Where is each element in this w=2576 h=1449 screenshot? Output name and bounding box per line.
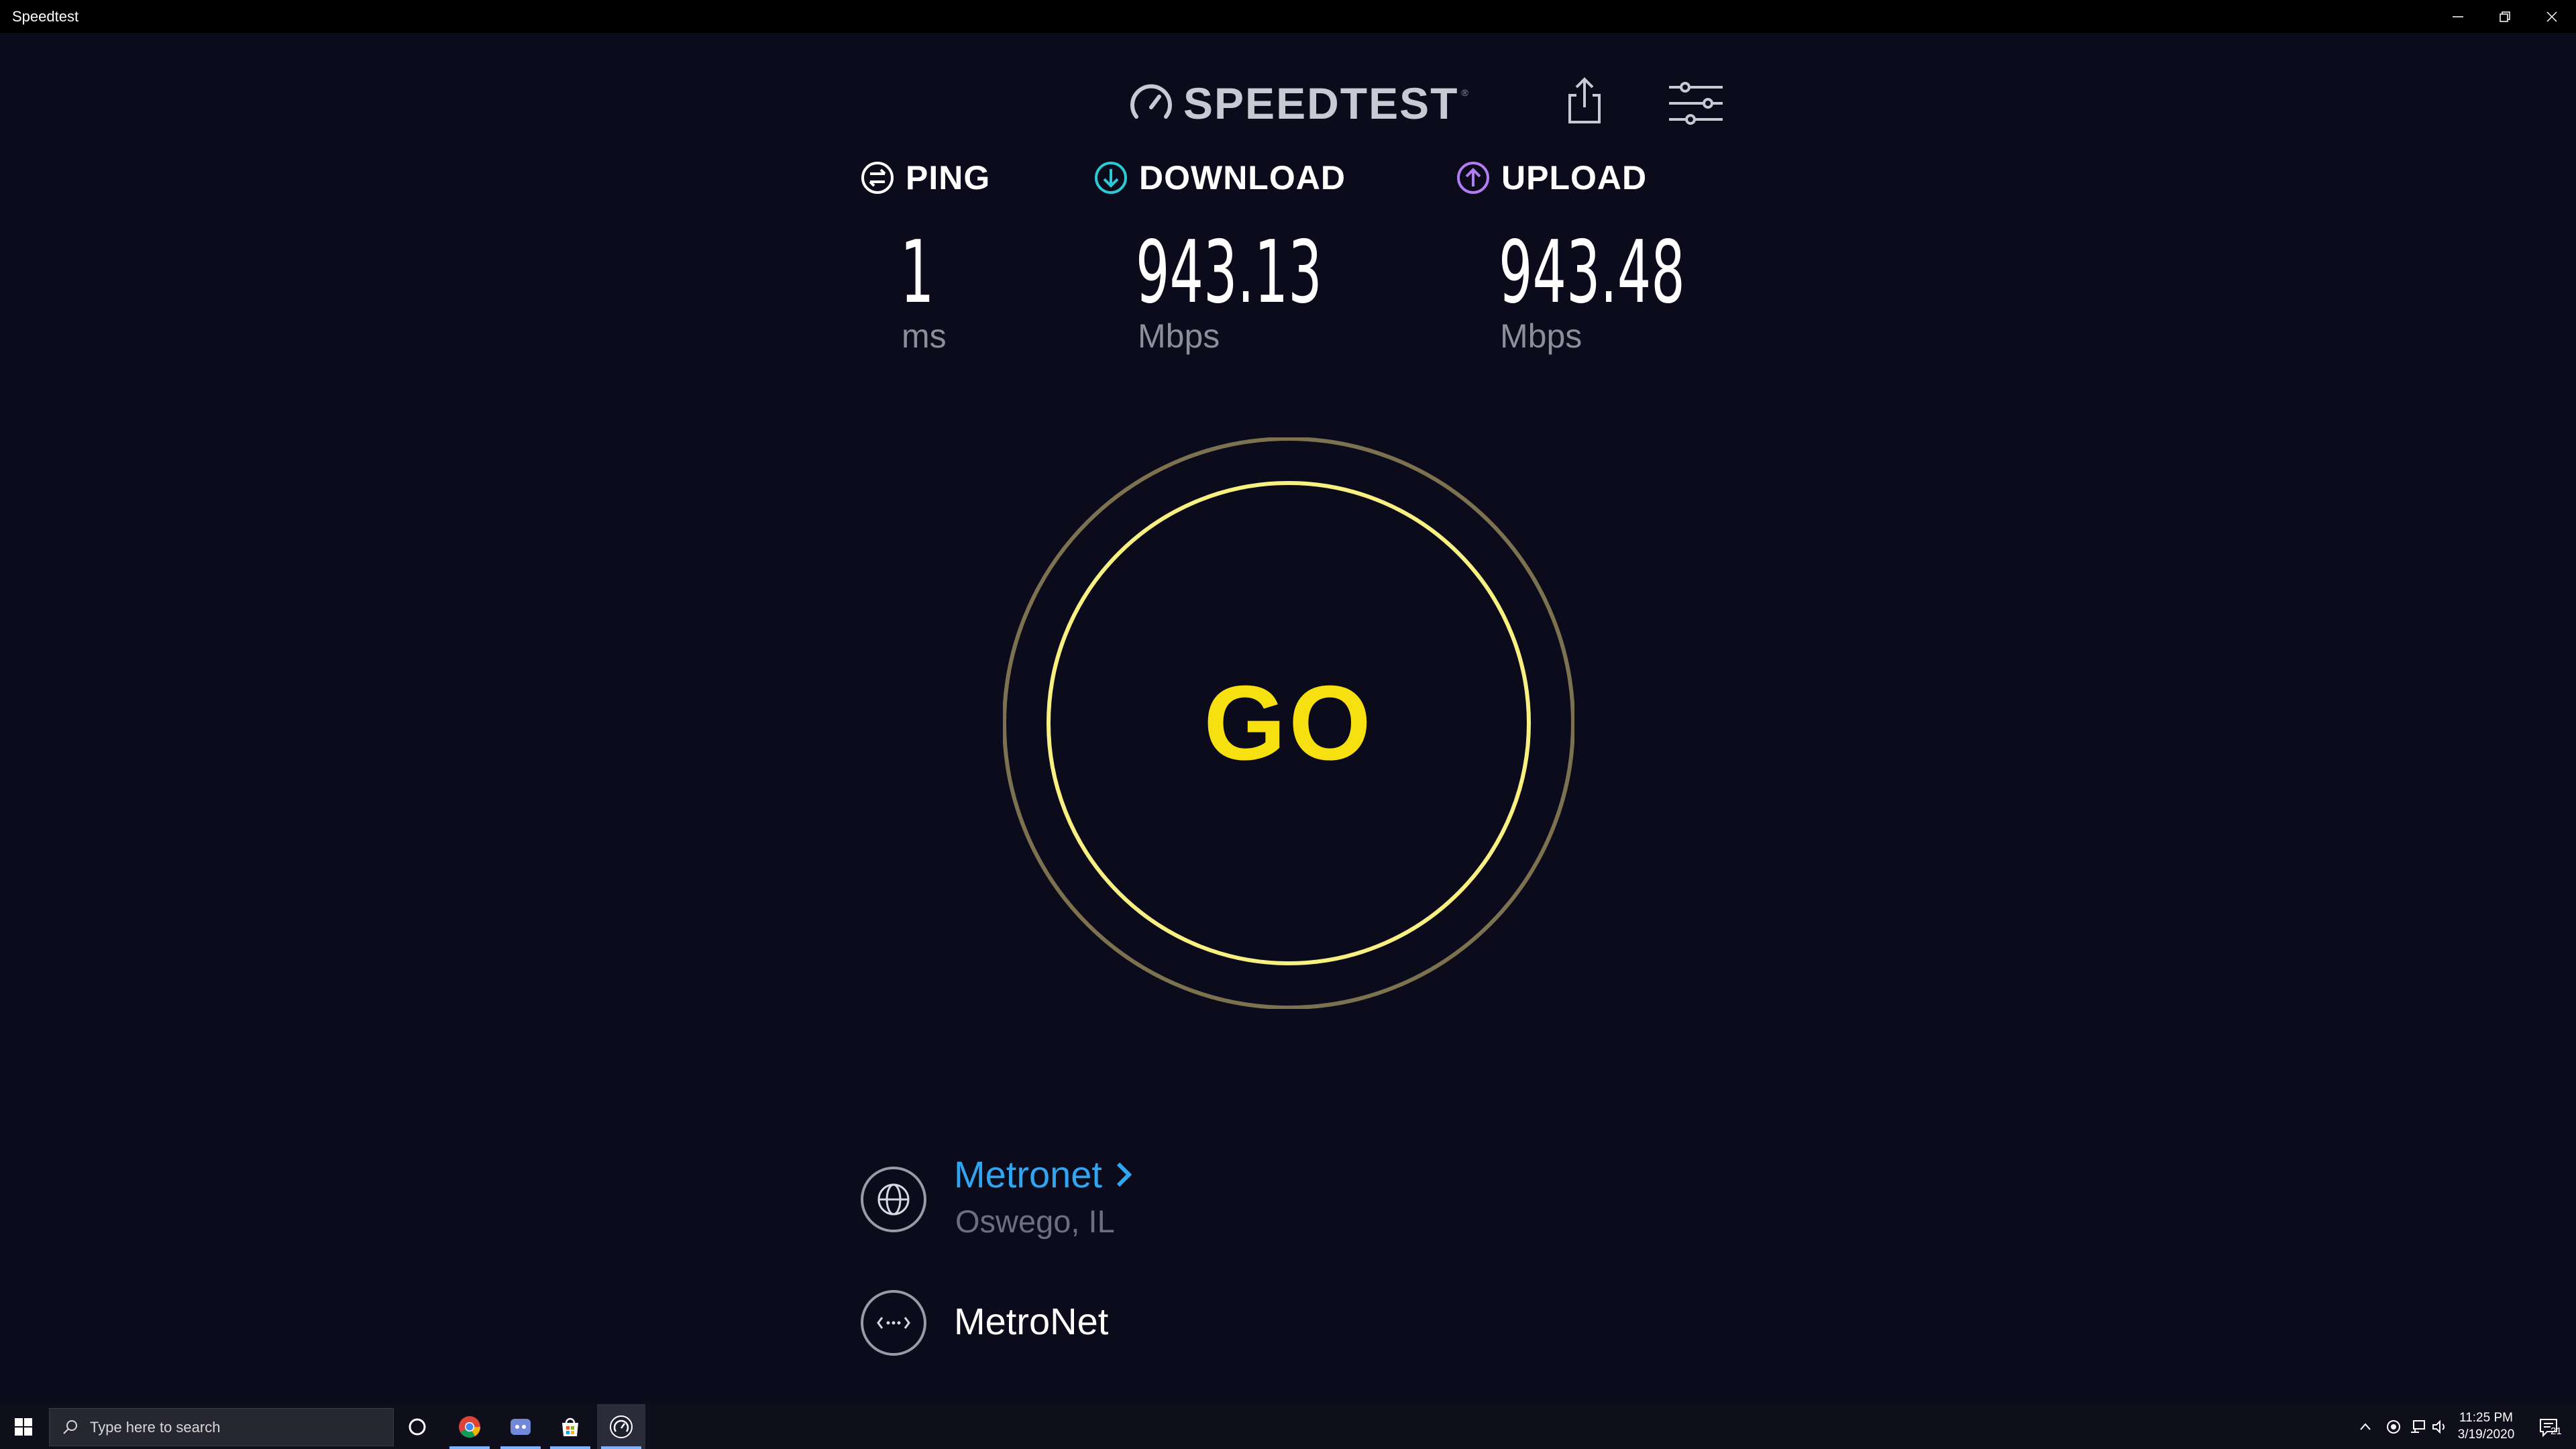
server-location: Oswego, IL: [955, 1203, 1115, 1239]
cortana-button[interactable]: [393, 1404, 441, 1449]
download-label: DOWNLOAD: [1139, 159, 1346, 197]
close-icon: [2546, 11, 2557, 22]
app-running-indicator: [449, 1446, 490, 1449]
close-button[interactable]: [2528, 0, 2575, 33]
go-label: GO: [1203, 663, 1374, 782]
settings-button[interactable]: [1661, 75, 1731, 131]
isp-name: MetroNet: [954, 1300, 1109, 1342]
restore-button[interactable]: [2481, 0, 2528, 33]
download-header: DOWNLOAD: [1093, 158, 1346, 197]
ping-value: 1: [900, 223, 934, 323]
app-running-indicator: [601, 1446, 641, 1449]
ping-label: PING: [906, 159, 991, 197]
go-button[interactable]: GO: [1003, 437, 1574, 1009]
tray-app-button[interactable]: [2380, 1404, 2407, 1449]
upload-label: UPLOAD: [1501, 159, 1648, 197]
window-title: Speedtest: [12, 8, 79, 25]
ping-icon: [861, 162, 894, 194]
ping-header: PING: [860, 158, 990, 197]
speedometer-logo-icon: [1130, 84, 1172, 119]
discord-icon: [511, 1418, 531, 1435]
taskbar-app-discord[interactable]: [496, 1404, 545, 1449]
share-button[interactable]: [1556, 70, 1613, 131]
window-title-bar: Speedtest: [0, 0, 2576, 33]
speedtest-app-window: Speedtest SPEEDTEST ® PING 1 ms DOWNLOAD…: [0, 0, 2576, 1449]
clock-date: 3/19/2020: [2457, 1428, 2515, 1442]
upload-metric: UPLOAD 943.48 Mbps: [1456, 158, 1685, 355]
speedtest-logo: SPEEDTEST ®: [1127, 78, 1468, 128]
upload-value: 943.48: [1499, 223, 1685, 323]
ping-metric: PING 1 ms: [860, 158, 990, 355]
windows-taskbar: Type here to search 11:25 PM 3/19/2020 2…: [0, 1404, 2576, 1449]
minimize-icon: [2453, 15, 2463, 17]
taskbar-app-chrome[interactable]: [445, 1404, 494, 1449]
chevron-up-icon: [2360, 1422, 2371, 1430]
app-running-indicator: [500, 1446, 541, 1449]
ping-unit: ms: [902, 317, 947, 355]
speedtest-app-icon: [610, 1415, 633, 1438]
connection-icon: [861, 1290, 926, 1356]
action-center-button[interactable]: 21: [2530, 1404, 2568, 1449]
notification-count: 21: [2551, 1426, 2562, 1437]
search-icon: [63, 1419, 77, 1434]
upload-arrow-icon: [1457, 162, 1489, 194]
cortana-circle-icon: [409, 1418, 426, 1435]
windows-logo-icon: [15, 1417, 32, 1436]
clock-time: 11:25 PM: [2459, 1411, 2513, 1425]
taskbar-clock[interactable]: 11:25 PM 3/19/2020: [2439, 1409, 2533, 1443]
start-button[interactable]: [0, 1404, 47, 1449]
taskbar-app-store[interactable]: [546, 1404, 594, 1449]
restore-icon: [2500, 11, 2510, 22]
taskbar-search-box[interactable]: Type here to search: [49, 1408, 394, 1446]
settings-sliders-icon: [1669, 82, 1723, 125]
server-link[interactable]: Metronet: [954, 1152, 1136, 1196]
isp-icon-badge: [860, 1289, 927, 1356]
share-icon: [1568, 77, 1601, 123]
microsoft-store-icon: [562, 1417, 578, 1436]
download-arrow-icon: [1095, 162, 1127, 194]
upload-header: UPLOAD: [1456, 158, 1647, 197]
chrome-icon: [459, 1415, 481, 1438]
search-placeholder: Type here to search: [90, 1418, 221, 1436]
server-name: Metronet: [954, 1153, 1102, 1195]
download-metric: DOWNLOAD 943.13 Mbps: [1093, 158, 1346, 355]
download-unit: Mbps: [1138, 317, 1220, 355]
logo-text: SPEEDTEST: [1183, 78, 1459, 128]
chevron-right-icon: [1116, 1162, 1132, 1187]
tray-record-icon: [2387, 1419, 2400, 1434]
upload-unit: Mbps: [1500, 317, 1582, 355]
taskbar-app-speedtest[interactable]: [597, 1404, 645, 1449]
server-globe-button[interactable]: [860, 1166, 927, 1233]
show-hidden-icons-button[interactable]: [2352, 1404, 2379, 1449]
app-running-indicator: [550, 1446, 590, 1449]
network-icon: [2411, 1419, 2425, 1433]
minimize-button[interactable]: [2434, 0, 2481, 33]
download-value: 943.13: [1136, 223, 1322, 323]
globe-icon: [861, 1167, 926, 1232]
registered-mark: ®: [1461, 87, 1468, 98]
